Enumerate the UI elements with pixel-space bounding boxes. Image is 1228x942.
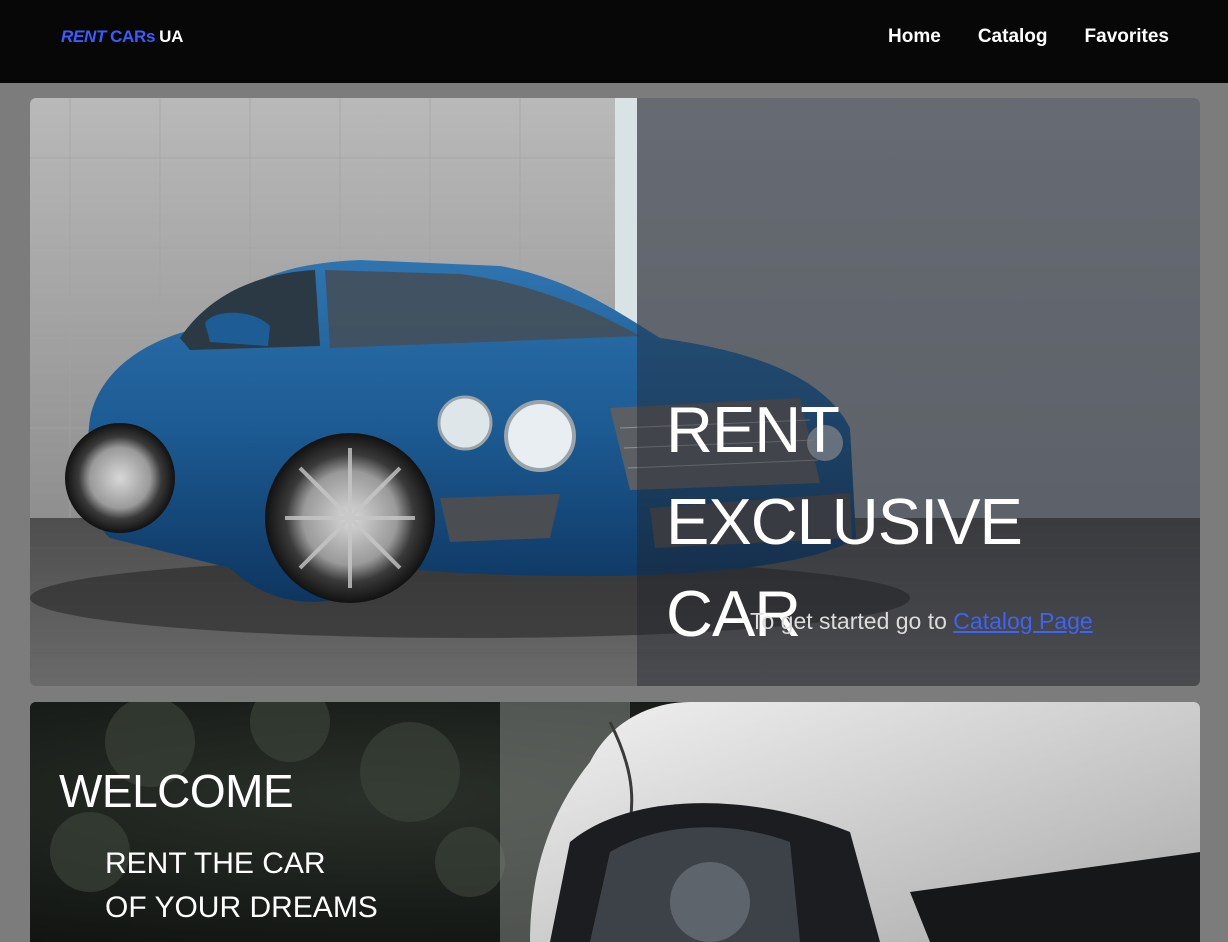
logo-rent: RENT	[61, 26, 107, 46]
welcome-line-1: RENT THE CAR	[105, 847, 326, 880]
hero-banner: RENT EXCLUSIVE CAR To get started go to …	[30, 98, 1200, 686]
welcome-subtitle: RENT THE CAR OF YOUR DREAMS	[105, 842, 378, 930]
hero-subtitle: To get started go to Catalog Page	[750, 608, 1093, 635]
logo-ua: UA	[159, 26, 184, 46]
nav-favorites[interactable]: Favorites	[1085, 26, 1169, 48]
catalog-page-link[interactable]: Catalog Page	[953, 608, 1092, 634]
nav-home[interactable]: Home	[888, 26, 941, 48]
welcome-title: WELCOME	[59, 765, 294, 817]
hero-subtitle-text: To get started go to	[750, 608, 954, 634]
welcome-section: WELCOME RENT THE CAR OF YOUR DREAMS	[30, 702, 1200, 942]
hero-title-line-1: RENT EXCLUSIVE	[666, 393, 1023, 558]
welcome-line-2: OF YOUR DREAMS	[105, 891, 378, 924]
nav-catalog[interactable]: Catalog	[978, 26, 1048, 48]
logo-cars: CARs	[110, 26, 156, 46]
site-header: RENT CARs UA Home Catalog Favorites	[0, 0, 1228, 83]
logo[interactable]: RENT CARs UA	[61, 27, 183, 47]
main-nav: Home Catalog Favorites	[888, 26, 1169, 48]
